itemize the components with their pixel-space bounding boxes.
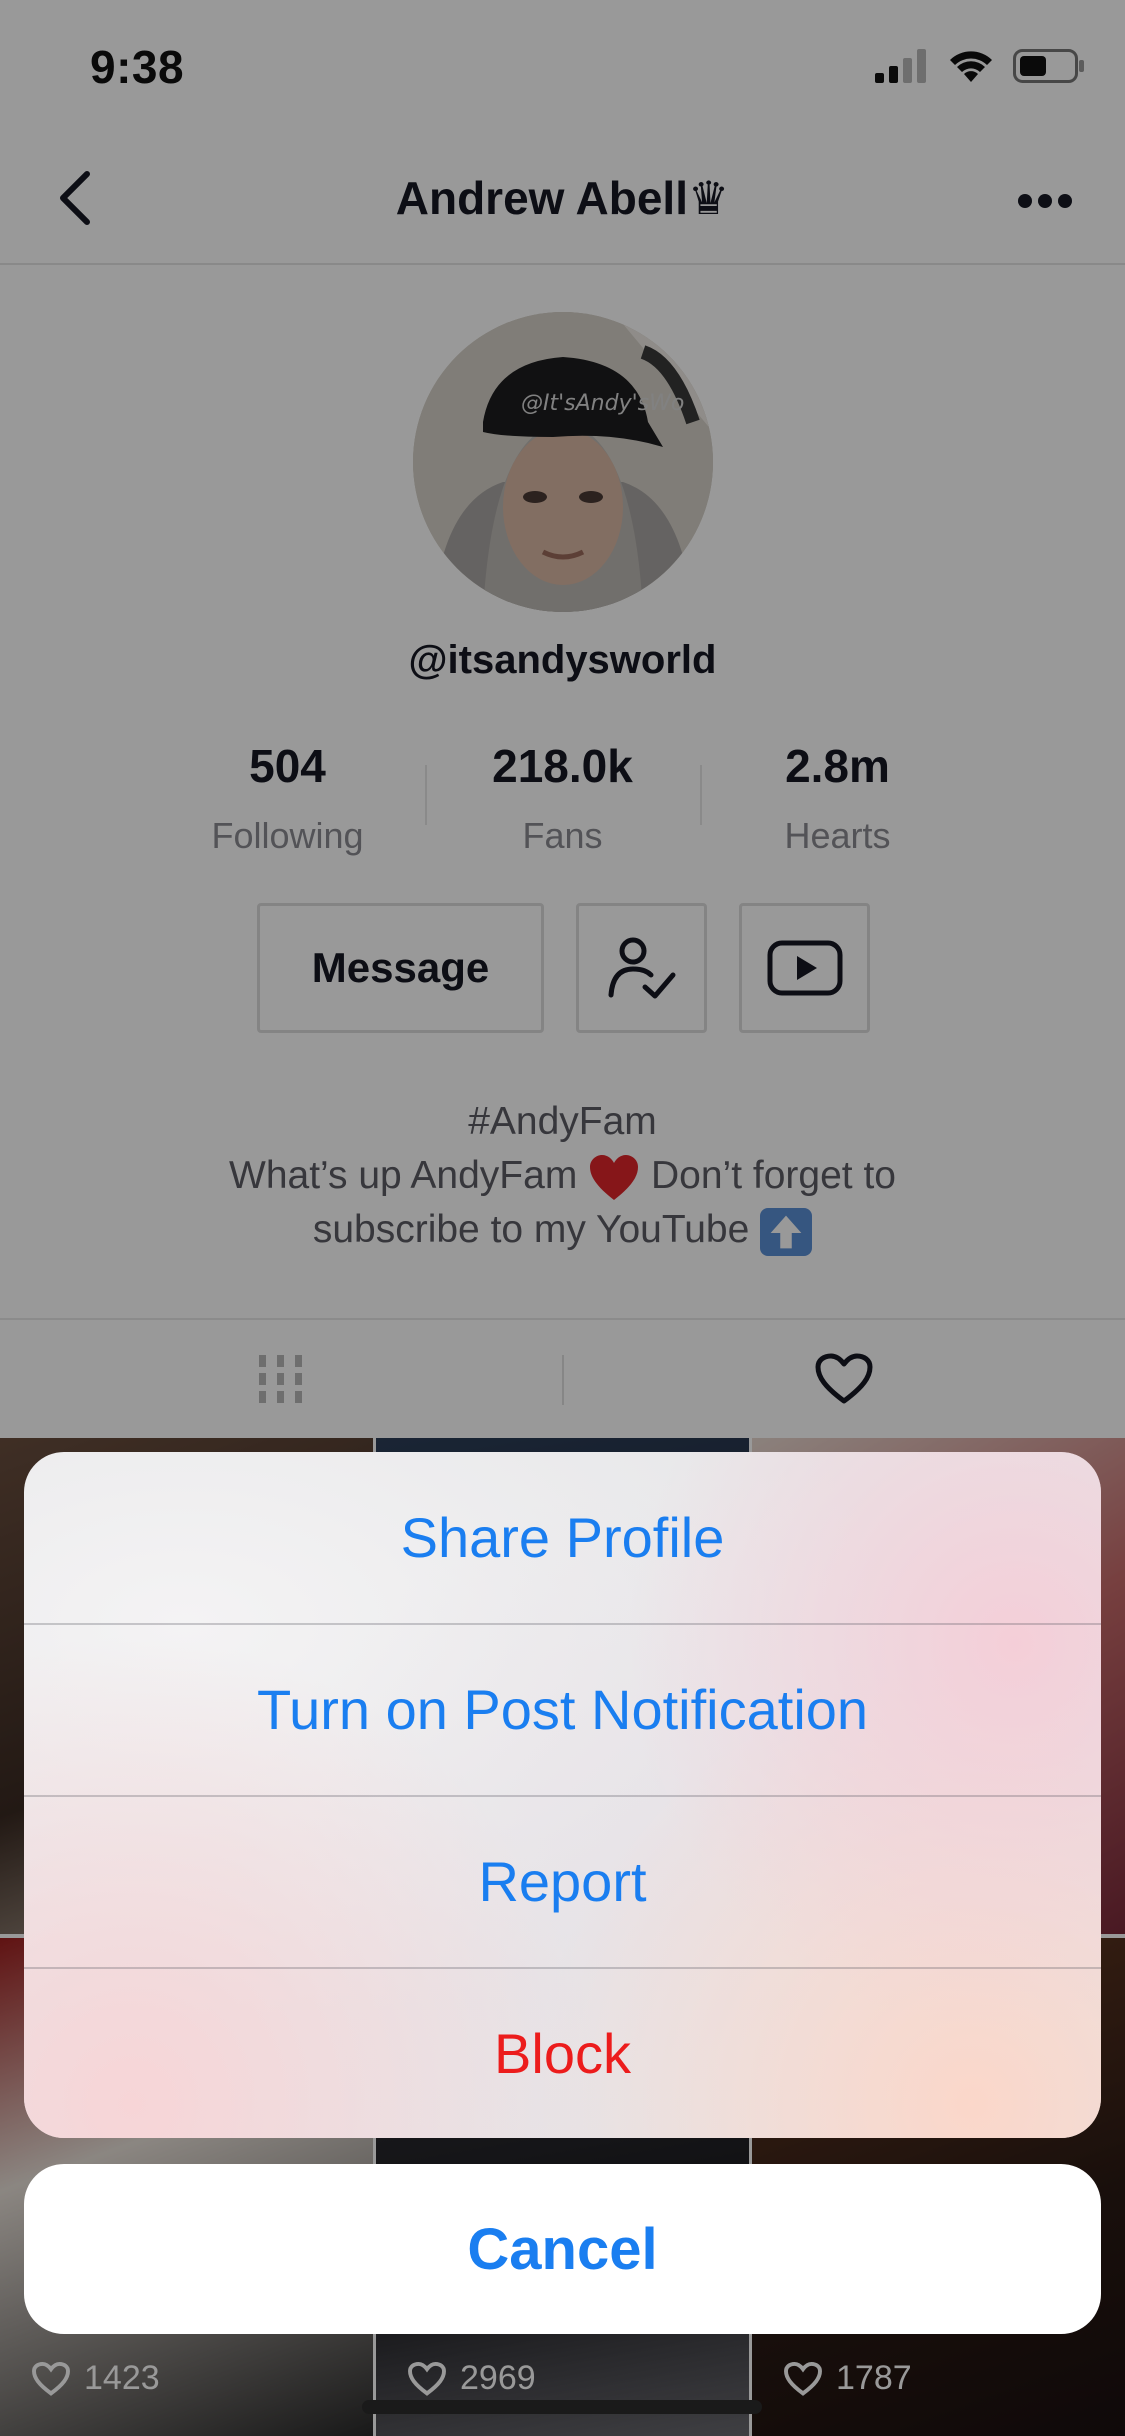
share-profile-option[interactable]: Share Profile: [24, 1452, 1101, 1623]
cancel-button[interactable]: Cancel: [24, 2164, 1101, 2334]
action-sheet: Share Profile Turn on Post Notification …: [24, 1452, 1101, 2138]
report-option[interactable]: Report: [24, 1796, 1101, 1967]
post-notification-option[interactable]: Turn on Post Notification: [24, 1624, 1101, 1795]
home-indicator: [362, 2400, 762, 2414]
screen: 9:38 Andrew Abell♛ @It'sAndy'sWo @itsand…: [0, 0, 1125, 2436]
block-option[interactable]: Block: [24, 1968, 1101, 2138]
